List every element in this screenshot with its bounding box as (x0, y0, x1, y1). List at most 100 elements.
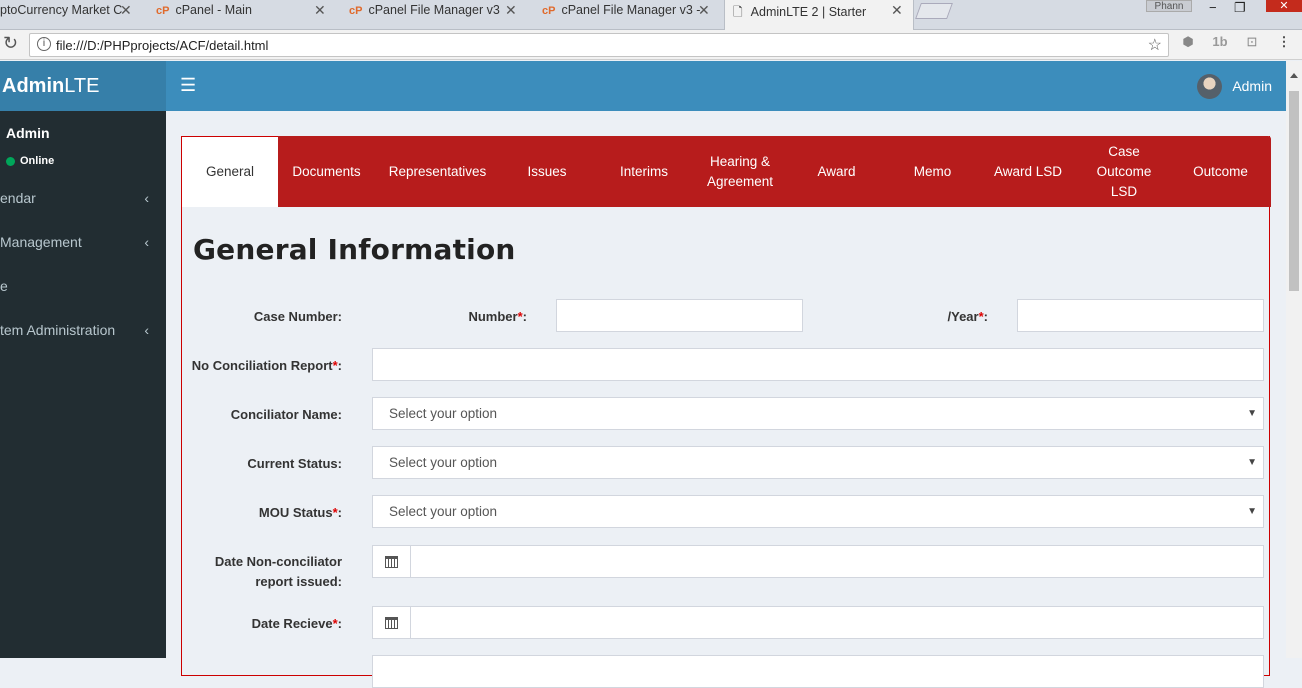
next-field[interactable] (372, 655, 1264, 688)
sidebar-status: Online (6, 155, 54, 167)
tab-interims[interactable]: Interims (594, 136, 694, 207)
extension-icon[interactable]: ⊡ (1244, 34, 1260, 50)
page-scrollbar[interactable] (1286, 61, 1302, 658)
no-conciliation-input[interactable] (372, 348, 1264, 381)
current-status-label: Current Status: (247, 456, 342, 471)
browser-tab-label: AdminLTE 2 | Starter (750, 5, 867, 19)
extension-1b-icon[interactable]: 1b (1212, 34, 1228, 50)
year-label: /Year*: (947, 309, 989, 324)
logo-bold: Admin (2, 75, 65, 97)
browser-tab[interactable]: cP cPanel - Main ✕ (148, 0, 338, 22)
caret-down-icon: ▼ (1247, 408, 1257, 419)
browser-tab-active[interactable]: 🗋 AdminLTE 2 | Starter ✕ (724, 0, 914, 30)
close-icon[interactable]: ✕ (120, 2, 132, 19)
date-nonconciliator-field[interactable] (372, 545, 1264, 578)
sidebar-item-system-administration[interactable]: tem Administration ‹ (0, 308, 166, 352)
extension-icon[interactable]: ⬢ (1180, 34, 1196, 50)
bookmark-star-icon[interactable]: ☆ (1148, 35, 1162, 55)
current-status-select[interactable]: Select your option ▼ (372, 446, 1264, 479)
date-nonconciliator-label: Date Non-conciliator report issued: (214, 554, 342, 589)
cpanel-icon: cP (542, 5, 556, 17)
online-dot-icon (6, 156, 15, 166)
tab-award[interactable]: Award (786, 136, 887, 207)
conciliator-name-select[interactable]: Select your option ▼ (372, 397, 1264, 430)
hamburger-menu-icon[interactable]: ☰ (180, 75, 196, 96)
scroll-up-arrow-icon[interactable] (1290, 73, 1298, 78)
sidebar-item-label: tem Administration (0, 322, 116, 338)
date-receive-label: Date Recieve*: (251, 616, 342, 631)
user-menu[interactable]: Admin (1197, 73, 1272, 99)
browser-tab-bar: ptoCurrency Market C ✕ cP cPanel - Main ✕… (0, 0, 1302, 30)
profile-badge[interactable]: Phann (1146, 0, 1192, 12)
url-text: file:///D:/PHPprojects/ACF/detail.html (56, 38, 269, 53)
app-logo[interactable]: AdminLTE (0, 61, 166, 111)
tab-issues[interactable]: Issues (500, 136, 594, 207)
cpanel-icon: cP (156, 5, 170, 17)
sidebar-item-label: e (0, 278, 8, 294)
select-value: Select your option (389, 406, 498, 421)
status-text: Online (20, 155, 55, 167)
scrollbar-thumb[interactable] (1289, 91, 1299, 291)
sidebar-user-name: Admin (6, 125, 50, 141)
calendar-icon (385, 616, 398, 629)
minimize-icon[interactable]: − (1209, 0, 1217, 15)
address-bar: ↻ i file:///D:/PHPprojects/ACF/detail.ht… (0, 30, 1302, 60)
sidebar-item[interactable]: e (0, 264, 166, 308)
user-name: Admin (1232, 78, 1272, 94)
sidebar: Admin Online endar ‹ Management ‹ e tem … (0, 111, 166, 658)
cpanel-icon: cP (349, 5, 363, 17)
browser-tab[interactable]: cP cPanel File Manager v3 ✕ (341, 0, 531, 22)
chevron-left-icon: ‹ (144, 190, 149, 206)
tab-outcome[interactable]: Outcome (1170, 136, 1271, 207)
no-conciliation-label: No Conciliation Report*: (191, 358, 342, 373)
restore-icon[interactable]: ❐ (1234, 0, 1246, 16)
tab-general[interactable]: General (182, 136, 278, 207)
page-icon: 🗋 (733, 5, 743, 19)
browser-tab-label: cPanel File Manager v3 (368, 3, 500, 17)
browser-tab-label: cPanel - Main (175, 3, 252, 17)
sidebar-item-label: endar (0, 190, 36, 206)
case-number-label: Case Number: (253, 309, 342, 324)
logo-rest: LTE (64, 75, 100, 97)
mou-status-select[interactable]: Select your option ▼ (372, 495, 1264, 528)
tab-memo[interactable]: Memo (887, 136, 978, 207)
number-label: Number*: (468, 309, 527, 324)
close-icon[interactable]: ✕ (698, 2, 710, 19)
year-input[interactable] (1017, 299, 1264, 332)
tab-documents[interactable]: Documents (278, 136, 375, 207)
conciliator-name-label: Conciliator Name: (230, 407, 342, 422)
reload-icon[interactable]: ↻ (3, 33, 18, 54)
avatar (1197, 73, 1223, 99)
top-navbar: ☰ Admin (166, 61, 1286, 111)
tab-case-outcome-lsd[interactable]: Case Outcome LSD (1078, 136, 1170, 207)
calendar-icon (385, 555, 398, 568)
close-window-icon[interactable]: ✕ (1266, 0, 1302, 12)
page-title: General Information (193, 233, 516, 266)
sidebar-item-management[interactable]: Management ‹ (0, 220, 166, 264)
caret-down-icon: ▼ (1247, 457, 1257, 468)
date-receive-field[interactable] (372, 606, 1264, 639)
tab-hearing-agreement[interactable]: Hearing & Agreement (694, 136, 786, 207)
calendar-addon[interactable] (373, 607, 411, 638)
info-icon[interactable]: i (37, 37, 51, 51)
tab-award-lsd[interactable]: Award LSD (978, 136, 1078, 207)
browser-tab[interactable]: ptoCurrency Market C ✕ (0, 0, 140, 22)
sidebar-item-label: Management (0, 234, 82, 250)
tab-nav: General Documents Representatives Issues… (182, 136, 1271, 207)
close-icon[interactable]: ✕ (314, 2, 326, 19)
calendar-addon[interactable] (373, 546, 411, 577)
mou-status-label: MOU Status*: (258, 505, 342, 520)
new-tab-button[interactable] (915, 3, 953, 19)
caret-down-icon: ▼ (1247, 506, 1257, 517)
menu-dots-icon[interactable]: ⋮ (1276, 34, 1292, 50)
sidebar-item-calendar[interactable]: endar ‹ (0, 176, 166, 220)
url-field[interactable]: i file:///D:/PHPprojects/ACF/detail.html… (29, 33, 1169, 57)
number-input[interactable] (556, 299, 803, 332)
browser-tab[interactable]: cP cPanel File Manager v3 - ✕ (534, 0, 724, 22)
tab-content-box: General Documents Representatives Issues… (181, 136, 1271, 688)
chevron-left-icon: ‹ (144, 234, 149, 250)
close-icon[interactable]: ✕ (505, 2, 517, 19)
browser-tab-label: ptoCurrency Market C (0, 3, 123, 17)
close-icon[interactable]: ✕ (891, 2, 903, 19)
tab-representatives[interactable]: Representatives (375, 136, 500, 207)
